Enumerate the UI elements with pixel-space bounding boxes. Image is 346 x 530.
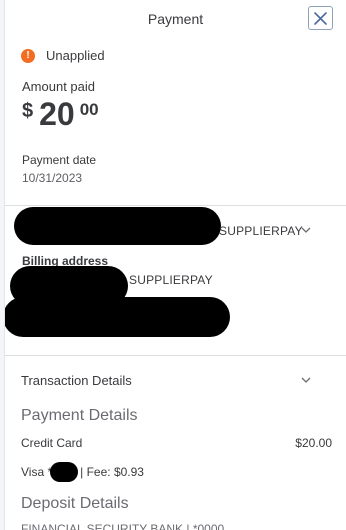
amount-cents: 00: [79, 100, 99, 119]
payee-name-suffix[interactable]: SUPPLIERPAY: [219, 224, 303, 238]
panel-title: Payment: [147, 11, 204, 27]
redacted-payee-name: [14, 207, 221, 245]
payment-method: Credit Card: [21, 436, 83, 450]
card-fee-line: Visa * | Fee: $0.93: [21, 462, 144, 482]
divider: [5, 205, 346, 206]
deposit-account: FINANCIAL SECURITY BANK | *0000: [21, 522, 225, 530]
status-row: ! Unapplied: [21, 48, 105, 63]
payment-amount: $20.00: [295, 436, 332, 450]
divider: [5, 355, 346, 356]
payment-details-heading: Payment Details: [21, 407, 138, 424]
transaction-details-toggle[interactable]: Transaction Details: [21, 373, 132, 388]
billing-address-value: SUPPLIERPAY: [129, 273, 213, 287]
payment-date-label: Payment date: [22, 153, 97, 167]
deposit-details-heading: Deposit Details: [21, 495, 129, 512]
payment-detail-panel: Payment ! Unapplied Amount paid $ 20 00 …: [5, 0, 346, 530]
warning-icon: !: [21, 48, 35, 63]
status-text: Unapplied: [46, 48, 105, 63]
amount-whole: 20: [39, 96, 75, 132]
chevron-down-icon[interactable]: [301, 227, 311, 234]
redacted-card-digits: [50, 462, 79, 482]
payment-date-value: 10/31/2023: [22, 171, 83, 185]
amount-currency: $: [22, 100, 34, 122]
amount-label: Amount paid: [22, 79, 95, 94]
amount-paid: $ 20 00: [22, 97, 99, 131]
chevron-down-icon[interactable]: [301, 377, 311, 384]
card-fee: | Fee: $0.93: [80, 465, 144, 479]
close-icon: [314, 12, 327, 25]
close-button[interactable]: [308, 6, 333, 30]
redacted-billing-line-2: [5, 297, 230, 337]
card-prefix: Visa *: [21, 465, 53, 479]
